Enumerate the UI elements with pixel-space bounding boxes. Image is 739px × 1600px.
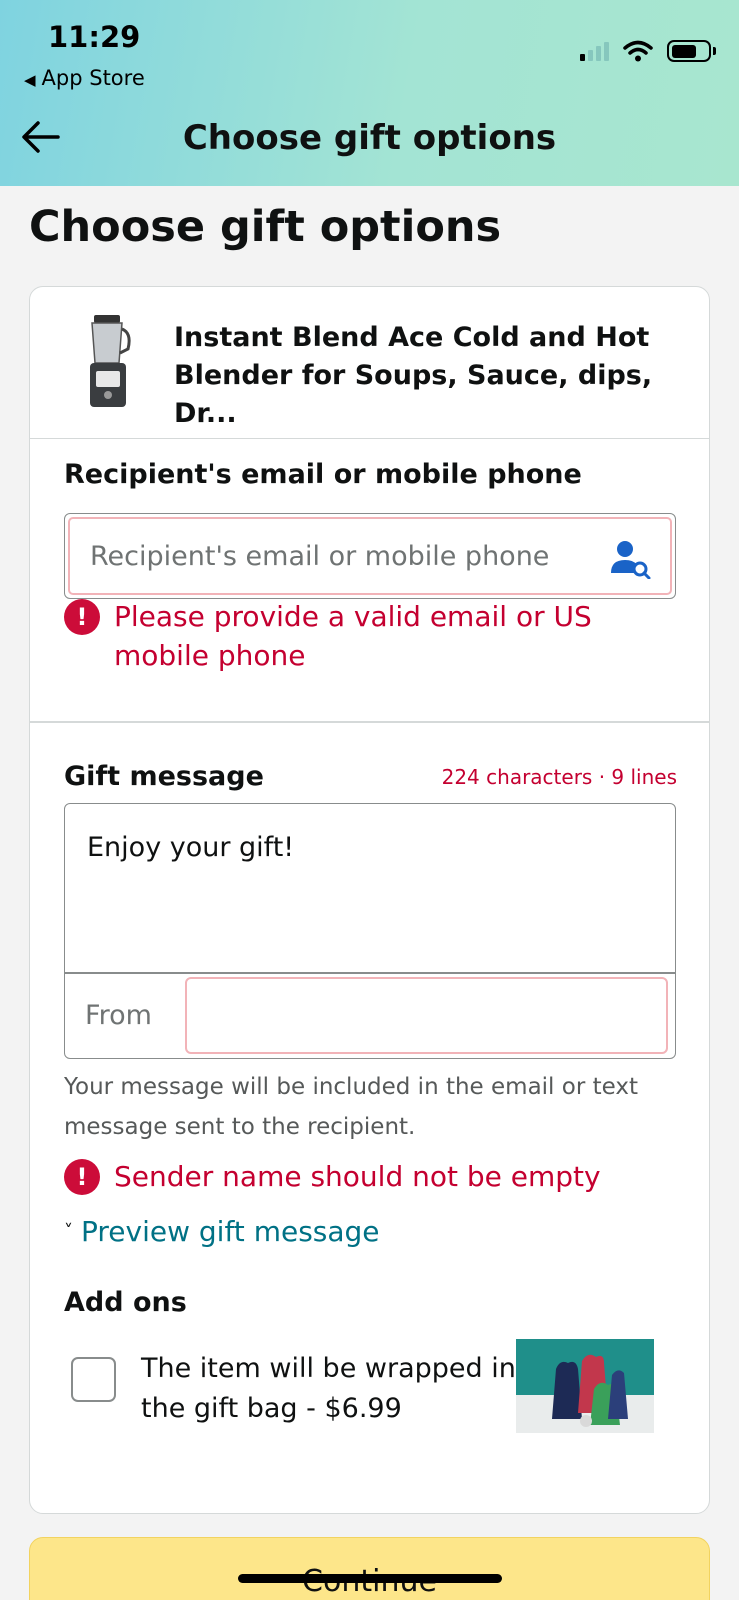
error-icon: ! — [64, 1159, 100, 1195]
error-icon: ! — [64, 599, 100, 635]
from-input[interactable] — [185, 977, 668, 1054]
recipient-placeholder: Recipient's email or mobile phone — [90, 541, 550, 572]
back-triangle-icon: ◀ — [24, 71, 36, 89]
character-counter: 224 characters · 9 lines — [441, 765, 677, 789]
continue-button[interactable]: Continue — [29, 1537, 710, 1600]
gift-message-box: Enjoy your gift! From — [64, 803, 676, 1059]
wifi-icon — [623, 40, 653, 62]
product-row: Instant Blend Ace Cold and Hot Blender f… — [30, 287, 709, 439]
battery-icon — [667, 40, 716, 62]
recipient-label: Recipient's email or mobile phone — [64, 459, 582, 490]
preview-gift-message-link[interactable]: ˅ Preview gift message — [64, 1215, 380, 1248]
recipient-field[interactable]: Recipient's email or mobile phone — [64, 513, 676, 599]
sender-error: ! Sender name should not be empty — [64, 1157, 601, 1196]
gift-bag-checkbox[interactable] — [71, 1357, 116, 1402]
from-label: From — [85, 1000, 152, 1031]
message-separator — [65, 972, 675, 974]
add-ons-label: Add ons — [64, 1287, 187, 1318]
home-indicator — [238, 1574, 502, 1583]
gift-bag-text[interactable]: The item will be wrapped in the gift bag… — [141, 1349, 521, 1429]
gift-message-input[interactable]: Enjoy your gift! — [87, 832, 294, 863]
back-to-app-store[interactable]: ◀ App Store — [24, 66, 145, 90]
contact-search-icon[interactable] — [610, 539, 652, 579]
section-divider — [30, 721, 709, 723]
preview-link-label: Preview gift message — [81, 1215, 380, 1248]
sender-error-text: Sender name should not be empty — [114, 1160, 601, 1193]
recipient-error: ! Please provide a valid email or US mob… — [64, 597, 684, 675]
product-title[interactable]: Instant Blend Ace Cold and Hot Blender f… — [174, 319, 674, 433]
page-title: Choose gift options — [29, 202, 502, 252]
product-thumbnail — [90, 315, 131, 407]
gift-bag-image — [516, 1339, 654, 1433]
gift-options-card: Instant Blend Ace Cold and Hot Blender f… — [29, 286, 710, 1514]
back-app-label: App Store — [41, 66, 145, 90]
status-icons — [580, 40, 716, 62]
nav-title: Choose gift options — [182, 118, 557, 158]
gift-message-label: Gift message — [64, 761, 264, 792]
cellular-signal-icon — [580, 41, 609, 61]
app-header: 11:29 ◀ App Store Choose gift options — [0, 0, 739, 186]
chevron-down-icon: ˅ — [64, 1221, 73, 1242]
recipient-error-text: Please provide a valid email or US mobil… — [114, 600, 592, 672]
message-note: Your message will be included in the ema… — [64, 1074, 638, 1140]
status-time: 11:29 — [48, 20, 141, 54]
